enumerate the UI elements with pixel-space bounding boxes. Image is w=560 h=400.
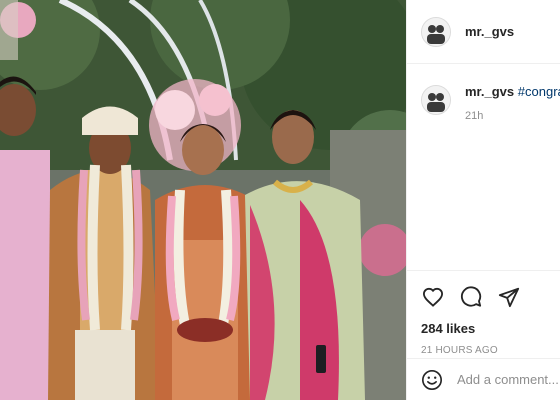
- action-icons: [407, 271, 560, 311]
- add-comment-bar: [407, 358, 560, 400]
- profile-picture-icon: [422, 86, 450, 114]
- comment-input[interactable]: [457, 372, 560, 387]
- caption-time: 21h: [465, 110, 484, 122]
- post-username[interactable]: mr._gvs: [465, 24, 514, 39]
- post-timestamp: 21 HOURS AGO: [421, 345, 498, 356]
- caption-avatar[interactable]: [421, 85, 451, 115]
- like-count[interactable]: 284 likes: [407, 311, 560, 336]
- post-header: mr._gvs: [407, 0, 560, 64]
- post-photo[interactable]: [0, 0, 406, 400]
- caption-comment: mr._gvs #congrat 21h: [421, 84, 560, 122]
- post-actions: 284 likes 21 HOURS AGO: [407, 270, 560, 356]
- heart-icon[interactable]: [421, 285, 445, 309]
- post-side-panel: mr._gvs mr._gvs #congrat 21h: [406, 0, 560, 400]
- avatar[interactable]: [421, 16, 451, 47]
- caption-hashtag[interactable]: #congrat: [518, 84, 560, 99]
- emoji-smile-icon[interactable]: [421, 368, 443, 392]
- share-paper-plane-icon[interactable]: [497, 285, 521, 309]
- caption-body: mr._gvs #congrat 21h: [465, 84, 560, 122]
- comment-bubble-icon[interactable]: [459, 285, 483, 309]
- wedding-photo: [0, 0, 406, 400]
- caption-username[interactable]: mr._gvs: [465, 84, 514, 99]
- profile-picture-icon: [422, 17, 450, 46]
- caption-line: mr._gvs #congrat: [465, 84, 560, 99]
